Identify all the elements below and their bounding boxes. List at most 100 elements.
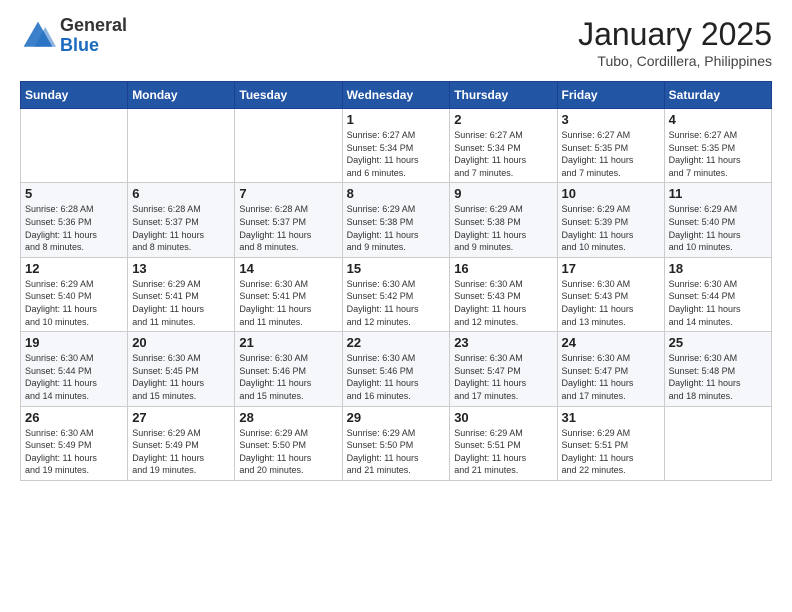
calendar-cell: 27Sunrise: 6:29 AMSunset: 5:49 PMDayligh… (128, 406, 235, 480)
calendar-cell: 9 Sunrise: 6:29 AMSunset: 5:38 PMDaylight… (450, 183, 557, 257)
logo-icon (20, 18, 56, 54)
day-number: 22 (347, 335, 446, 350)
title-block: January 2025 Tubo, Cordillera, Philippin… (578, 16, 772, 69)
day-number: 7 (239, 186, 337, 201)
cell-info: Sunrise: 6:30 AMSunset: 5:43 PMDaylight:… (562, 278, 660, 328)
col-header-saturday: Saturday (664, 82, 771, 109)
location: Tubo, Cordillera, Philippines (578, 53, 772, 69)
day-number: 28 (239, 410, 337, 425)
calendar-week-row: 5 Sunrise: 6:28 AMSunset: 5:36 PMDaylight… (21, 183, 772, 257)
calendar-cell: 6 Sunrise: 6:28 AMSunset: 5:37 PMDaylight… (128, 183, 235, 257)
day-number: 26 (25, 410, 123, 425)
calendar-cell: 13Sunrise: 6:29 AMSunset: 5:41 PMDayligh… (128, 257, 235, 331)
calendar-cell (664, 406, 771, 480)
day-number: 24 (562, 335, 660, 350)
cell-info: Sunrise: 6:29 AMSunset: 5:40 PMDaylight:… (669, 203, 767, 253)
day-number: 16 (454, 261, 552, 276)
day-number: 10 (562, 186, 660, 201)
calendar-cell: 28 Sunrise: 6:29 AMSunset: 5:50 PMDayligh… (235, 406, 342, 480)
logo-general: General (60, 16, 127, 36)
day-number: 2 (454, 112, 552, 127)
logo: General Blue (20, 16, 127, 56)
cell-info: Sunrise: 6:28 AMSunset: 5:37 PMDaylight:… (132, 203, 230, 253)
cell-info: Sunrise: 6:30 AMSunset: 5:47 PMDaylight:… (454, 352, 552, 402)
calendar-cell: 18 Sunrise: 6:30 AMSunset: 5:44 PMDayligh… (664, 257, 771, 331)
calendar-cell: 26 Sunrise: 6:30 AMSunset: 5:49 PMDayligh… (21, 406, 128, 480)
calendar-cell: 3 Sunrise: 6:27 AMSunset: 5:35 PMDaylight… (557, 109, 664, 183)
day-number: 5 (25, 186, 123, 201)
col-header-tuesday: Tuesday (235, 82, 342, 109)
day-number: 11 (669, 186, 767, 201)
calendar-cell: 4Sunrise: 6:27 AMSunset: 5:35 PMDaylight… (664, 109, 771, 183)
day-number: 21 (239, 335, 337, 350)
calendar-week-row: 1 Sunrise: 6:27 AMSunset: 5:34 PMDaylight… (21, 109, 772, 183)
day-number: 9 (454, 186, 552, 201)
cell-info: Sunrise: 6:30 AMSunset: 5:41 PMDaylight:… (239, 278, 337, 328)
calendar-cell: 22 Sunrise: 6:30 AMSunset: 5:46 PMDayligh… (342, 332, 450, 406)
cell-info: Sunrise: 6:29 AMSunset: 5:38 PMDaylight:… (454, 203, 552, 253)
calendar-week-row: 26 Sunrise: 6:30 AMSunset: 5:49 PMDayligh… (21, 406, 772, 480)
cell-info: Sunrise: 6:30 AMSunset: 5:47 PMDaylight:… (562, 352, 660, 402)
col-header-monday: Monday (128, 82, 235, 109)
cell-info: Sunrise: 6:29 AMSunset: 5:50 PMDaylight:… (347, 427, 446, 477)
day-number: 19 (25, 335, 123, 350)
day-number: 6 (132, 186, 230, 201)
cell-info: Sunrise: 6:29 AMSunset: 5:51 PMDaylight:… (454, 427, 552, 477)
day-number: 23 (454, 335, 552, 350)
day-number: 8 (347, 186, 446, 201)
calendar-cell: 11 Sunrise: 6:29 AMSunset: 5:40 PMDayligh… (664, 183, 771, 257)
calendar-cell: 5 Sunrise: 6:28 AMSunset: 5:36 PMDaylight… (21, 183, 128, 257)
day-number: 4 (669, 112, 767, 127)
cell-info: Sunrise: 6:29 AMSunset: 5:38 PMDaylight:… (347, 203, 446, 253)
day-number: 15 (347, 261, 446, 276)
day-number: 18 (669, 261, 767, 276)
calendar-week-row: 12Sunrise: 6:29 AMSunset: 5:40 PMDayligh… (21, 257, 772, 331)
cell-info: Sunrise: 6:27 AMSunset: 5:35 PMDaylight:… (562, 129, 660, 179)
day-number: 29 (347, 410, 446, 425)
cell-info: Sunrise: 6:28 AMSunset: 5:37 PMDaylight:… (239, 203, 337, 253)
cell-info: Sunrise: 6:28 AMSunset: 5:36 PMDaylight:… (25, 203, 123, 253)
calendar-cell: 19Sunrise: 6:30 AMSunset: 5:44 PMDayligh… (21, 332, 128, 406)
calendar-cell: 21Sunrise: 6:30 AMSunset: 5:46 PMDayligh… (235, 332, 342, 406)
col-header-wednesday: Wednesday (342, 82, 450, 109)
cell-info: Sunrise: 6:29 AMSunset: 5:50 PMDaylight:… (239, 427, 337, 477)
col-header-friday: Friday (557, 82, 664, 109)
calendar-cell: 12Sunrise: 6:29 AMSunset: 5:40 PMDayligh… (21, 257, 128, 331)
cell-info: Sunrise: 6:30 AMSunset: 5:48 PMDaylight:… (669, 352, 767, 402)
calendar-cell: 7 Sunrise: 6:28 AMSunset: 5:37 PMDaylight… (235, 183, 342, 257)
cell-info: Sunrise: 6:30 AMSunset: 5:45 PMDaylight:… (132, 352, 230, 402)
calendar-cell (21, 109, 128, 183)
calendar-cell: 24 Sunrise: 6:30 AMSunset: 5:47 PMDayligh… (557, 332, 664, 406)
cell-info: Sunrise: 6:27 AMSunset: 5:34 PMDaylight:… (347, 129, 446, 179)
calendar-cell: 31 Sunrise: 6:29 AMSunset: 5:51 PMDayligh… (557, 406, 664, 480)
day-number: 20 (132, 335, 230, 350)
calendar-cell: 1 Sunrise: 6:27 AMSunset: 5:34 PMDaylight… (342, 109, 450, 183)
cell-info: Sunrise: 6:30 AMSunset: 5:44 PMDaylight:… (669, 278, 767, 328)
calendar-cell (128, 109, 235, 183)
calendar-cell: 15 Sunrise: 6:30 AMSunset: 5:42 PMDayligh… (342, 257, 450, 331)
cell-info: Sunrise: 6:29 AMSunset: 5:39 PMDaylight:… (562, 203, 660, 253)
calendar-cell: 25 Sunrise: 6:30 AMSunset: 5:48 PMDayligh… (664, 332, 771, 406)
logo-text: General Blue (60, 16, 127, 56)
day-number: 1 (347, 112, 446, 127)
day-number: 17 (562, 261, 660, 276)
col-header-thursday: Thursday (450, 82, 557, 109)
cell-info: Sunrise: 6:30 AMSunset: 5:49 PMDaylight:… (25, 427, 123, 477)
cell-info: Sunrise: 6:30 AMSunset: 5:46 PMDaylight:… (347, 352, 446, 402)
cell-info: Sunrise: 6:30 AMSunset: 5:42 PMDaylight:… (347, 278, 446, 328)
calendar-cell: 20 Sunrise: 6:30 AMSunset: 5:45 PMDayligh… (128, 332, 235, 406)
day-number: 3 (562, 112, 660, 127)
cell-info: Sunrise: 6:29 AMSunset: 5:51 PMDaylight:… (562, 427, 660, 477)
calendar-cell: 30Sunrise: 6:29 AMSunset: 5:51 PMDayligh… (450, 406, 557, 480)
calendar-header-row: SundayMondayTuesdayWednesdayThursdayFrid… (21, 82, 772, 109)
day-number: 31 (562, 410, 660, 425)
day-number: 25 (669, 335, 767, 350)
day-number: 13 (132, 261, 230, 276)
calendar-cell (235, 109, 342, 183)
cell-info: Sunrise: 6:30 AMSunset: 5:43 PMDaylight:… (454, 278, 552, 328)
day-number: 27 (132, 410, 230, 425)
calendar-cell: 29 Sunrise: 6:29 AMSunset: 5:50 PMDayligh… (342, 406, 450, 480)
cell-info: Sunrise: 6:27 AMSunset: 5:34 PMDaylight:… (454, 129, 552, 179)
logo-blue: Blue (60, 36, 127, 56)
calendar-cell: 17 Sunrise: 6:30 AMSunset: 5:43 PMDayligh… (557, 257, 664, 331)
